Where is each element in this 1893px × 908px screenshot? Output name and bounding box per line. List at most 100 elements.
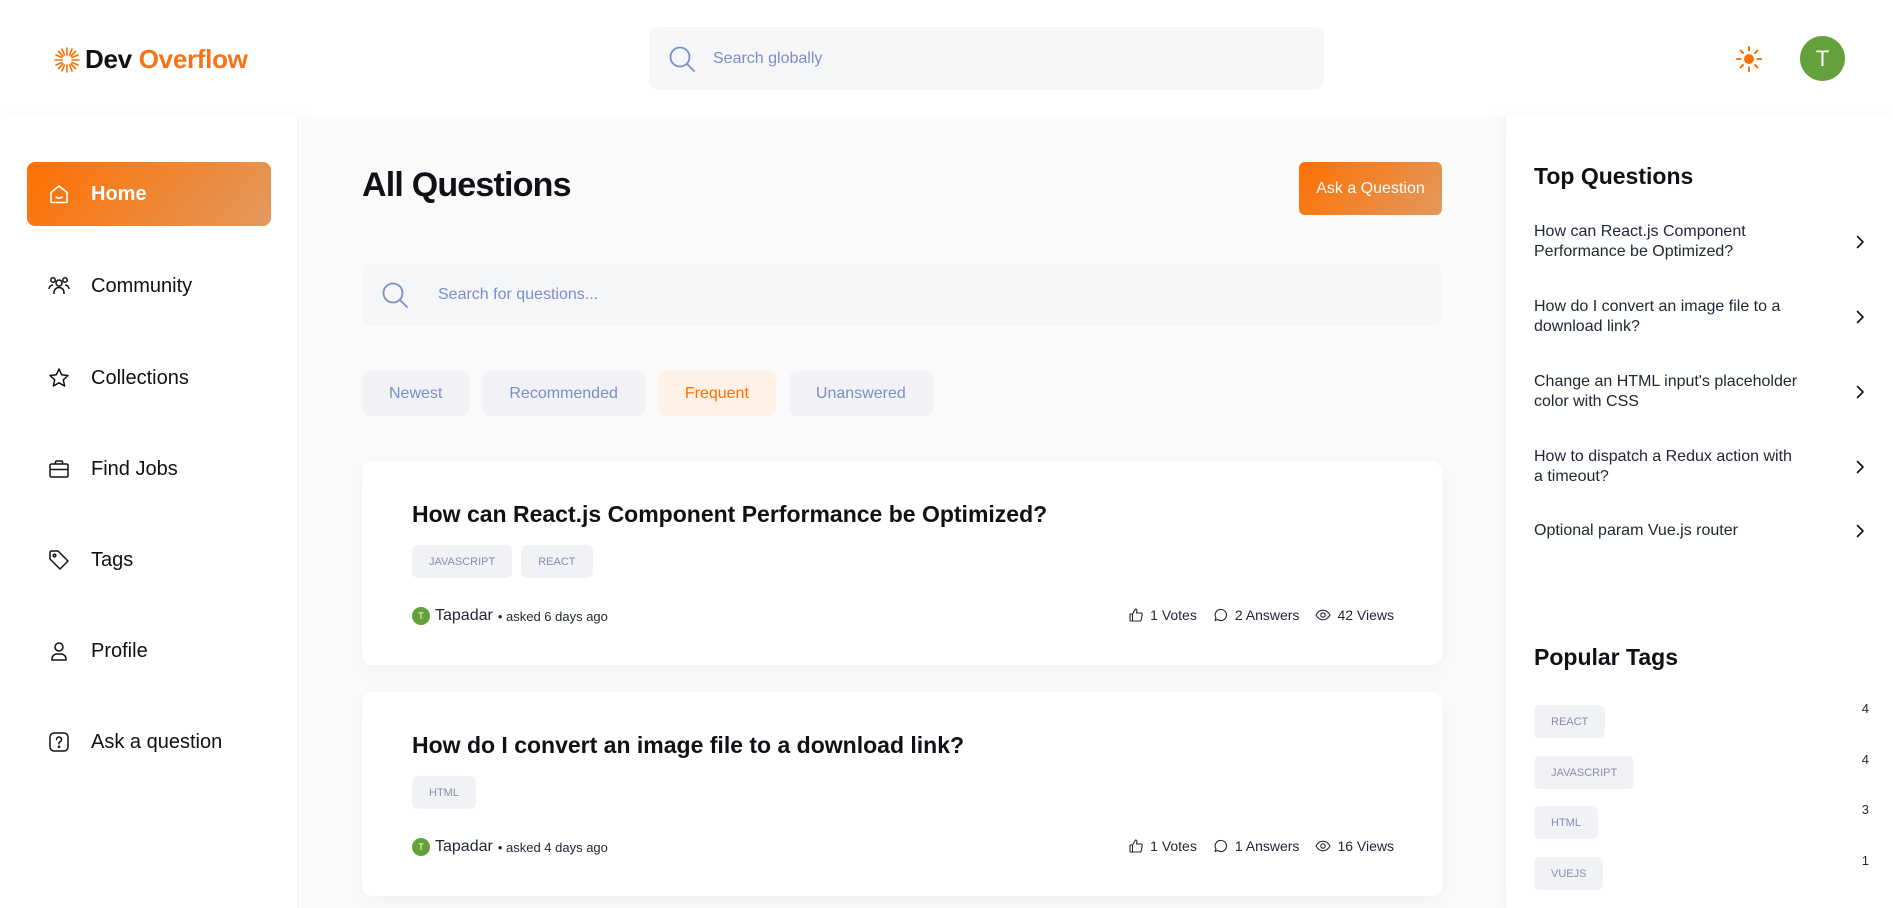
question-title[interactable]: How do I convert an image file to a down…	[412, 732, 964, 759]
question-search-bar	[362, 263, 1442, 326]
briefcase-icon	[49, 460, 69, 478]
right-sidebar: Top Questions How can React.js Component…	[1505, 117, 1893, 908]
top-question-text: Change an HTML input's placeholder color…	[1534, 373, 1798, 410]
tag-chip[interactable]: HTML	[412, 776, 476, 809]
top-questions-heading: Top Questions	[1534, 163, 1694, 189]
user-avatar[interactable]: T	[1800, 36, 1845, 81]
tag-chip[interactable]: REACT	[521, 545, 593, 578]
asked-time: • asked 6 days ago	[497, 608, 608, 624]
popular-tags-heading: Popular Tags	[1534, 644, 1678, 670]
chevron-right-icon	[1856, 310, 1864, 324]
question-icon	[49, 732, 69, 752]
sidebar-item-tags[interactable]: Tags	[27, 528, 271, 592]
filter-recommended[interactable]: Recommended	[482, 371, 645, 416]
chevron-right-icon	[1856, 460, 1864, 474]
sun-icon[interactable]	[1735, 45, 1763, 73]
eye-icon	[1315, 609, 1332, 621]
eye-icon	[1315, 840, 1332, 852]
question-author-meta: T Tapadar • asked 6 days ago	[412, 607, 608, 625]
top-question-item[interactable]: Change an HTML input's placeholder color…	[1534, 372, 1869, 412]
tag-chip[interactable]: HTML	[1534, 806, 1598, 839]
sidebar-item-find-jobs[interactable]: Find Jobs	[27, 437, 271, 501]
question-tags: JAVASCRIPT REACT	[412, 545, 593, 578]
tag-chip[interactable]: REACT	[1534, 705, 1606, 738]
top-question-text: Optional param Vue.js router	[1534, 522, 1738, 539]
tag-count: 3	[1861, 802, 1869, 817]
sidebar-item-label: Collections	[91, 366, 189, 389]
chevron-right-icon	[1856, 385, 1864, 399]
question-stats: 1 Votes 2 Answers 42 Views	[1128, 607, 1394, 623]
tag-count: 4	[1861, 701, 1869, 716]
sidebar-item-label: Profile	[91, 639, 148, 662]
answers-stat: 1 Answers	[1213, 838, 1300, 854]
top-question-text: How to dispatch a Redux action with a ti…	[1534, 448, 1792, 485]
thumbs-up-icon	[1129, 608, 1143, 622]
top-question-text: How do I convert an image file to a down…	[1534, 298, 1781, 335]
sidebar-item-profile[interactable]: Profile	[27, 619, 271, 683]
left-sidebar: Home Community Collections Find Jobs Tag…	[0, 117, 298, 908]
tag-chip[interactable]: JAVASCRIPT	[412, 545, 513, 578]
question-author-meta: T Tapadar • asked 4 days ago	[412, 838, 608, 856]
users-icon	[48, 277, 70, 294]
popular-tag-item: REACT 4	[1534, 701, 1869, 738]
sidebar-item-label: Ask a question	[91, 730, 223, 753]
top-question-item[interactable]: How do I convert an image file to a down…	[1534, 297, 1869, 337]
filter-unanswered[interactable]: Unanswered	[788, 371, 933, 416]
votes-count: 1 Votes	[1150, 838, 1197, 854]
sidebar-item-label: Home	[91, 182, 147, 205]
logo[interactable]: Dev Overflow	[53, 44, 248, 75]
logo-text-overflow: Overflow	[138, 44, 248, 74]
top-question-item[interactable]: How to dispatch a Redux action with a ti…	[1534, 447, 1869, 487]
chevron-right-icon	[1856, 235, 1864, 249]
page-title: All Questions	[362, 166, 572, 204]
popular-tag-item: JAVASCRIPT 4	[1534, 752, 1869, 789]
sidebar-item-community[interactable]: Community	[27, 254, 271, 318]
logo-text-dev: Dev	[85, 44, 132, 74]
top-question-item[interactable]: Optional param Vue.js router	[1534, 521, 1869, 541]
tag-chip[interactable]: JAVASCRIPT	[1534, 756, 1635, 789]
global-search-bar	[649, 27, 1324, 90]
top-navbar: Dev Overflow T	[0, 0, 1893, 117]
filter-frequent[interactable]: Frequent	[657, 371, 776, 416]
question-title[interactable]: How can React.js Component Performance b…	[412, 501, 1047, 528]
question-search-input[interactable]	[438, 285, 1388, 304]
votes-stat: 1 Votes	[1128, 838, 1197, 854]
answers-count: 1 Answers	[1234, 838, 1300, 854]
sidebar-item-home[interactable]: Home	[27, 162, 271, 226]
ask-question-button[interactable]: Ask a Question	[1299, 162, 1442, 215]
filter-newest[interactable]: Newest	[362, 371, 470, 416]
asked-time: • asked 4 days ago	[497, 839, 608, 855]
sidebar-item-ask-question[interactable]: Ask a question	[27, 710, 271, 774]
author-avatar[interactable]: T	[412, 607, 430, 625]
votes-stat: 1 Votes	[1128, 607, 1197, 623]
tag-chip[interactable]: VUEJS	[1534, 857, 1604, 890]
author-name[interactable]: Tapadar	[435, 607, 493, 625]
views-count: 16 Views	[1337, 838, 1394, 854]
user-icon	[51, 642, 67, 661]
sun-burst-logo-icon	[54, 46, 80, 73]
top-question-item[interactable]: How can React.js Component Performance b…	[1534, 222, 1869, 262]
popular-tag-item: HTML 3	[1534, 802, 1869, 839]
question-card: How can React.js Component Performance b…	[362, 461, 1442, 665]
home-icon	[50, 185, 68, 204]
answers-count: 2 Answers	[1234, 607, 1300, 623]
message-icon	[1214, 608, 1227, 622]
sidebar-item-label: Community	[91, 274, 193, 297]
thumbs-up-icon	[1129, 839, 1143, 853]
votes-count: 1 Votes	[1150, 607, 1197, 623]
top-question-text: How can React.js Component Performance b…	[1534, 223, 1746, 260]
author-name[interactable]: Tapadar	[435, 838, 493, 856]
search-icon	[669, 46, 695, 72]
views-stat: 16 Views	[1315, 838, 1394, 854]
question-stats: 1 Votes 1 Answers 16 Views	[1128, 838, 1394, 854]
views-stat: 42 Views	[1315, 607, 1394, 623]
star-icon	[49, 368, 69, 387]
chevron-right-icon	[1856, 524, 1864, 538]
global-search-input[interactable]	[713, 49, 1273, 68]
popular-tag-item: VUEJS 1	[1534, 853, 1869, 890]
tag-count: 1	[1861, 853, 1869, 868]
views-count: 42 Views	[1337, 607, 1394, 623]
answers-stat: 2 Answers	[1213, 607, 1300, 623]
author-avatar[interactable]: T	[412, 838, 430, 856]
sidebar-item-collections[interactable]: Collections	[27, 346, 271, 410]
